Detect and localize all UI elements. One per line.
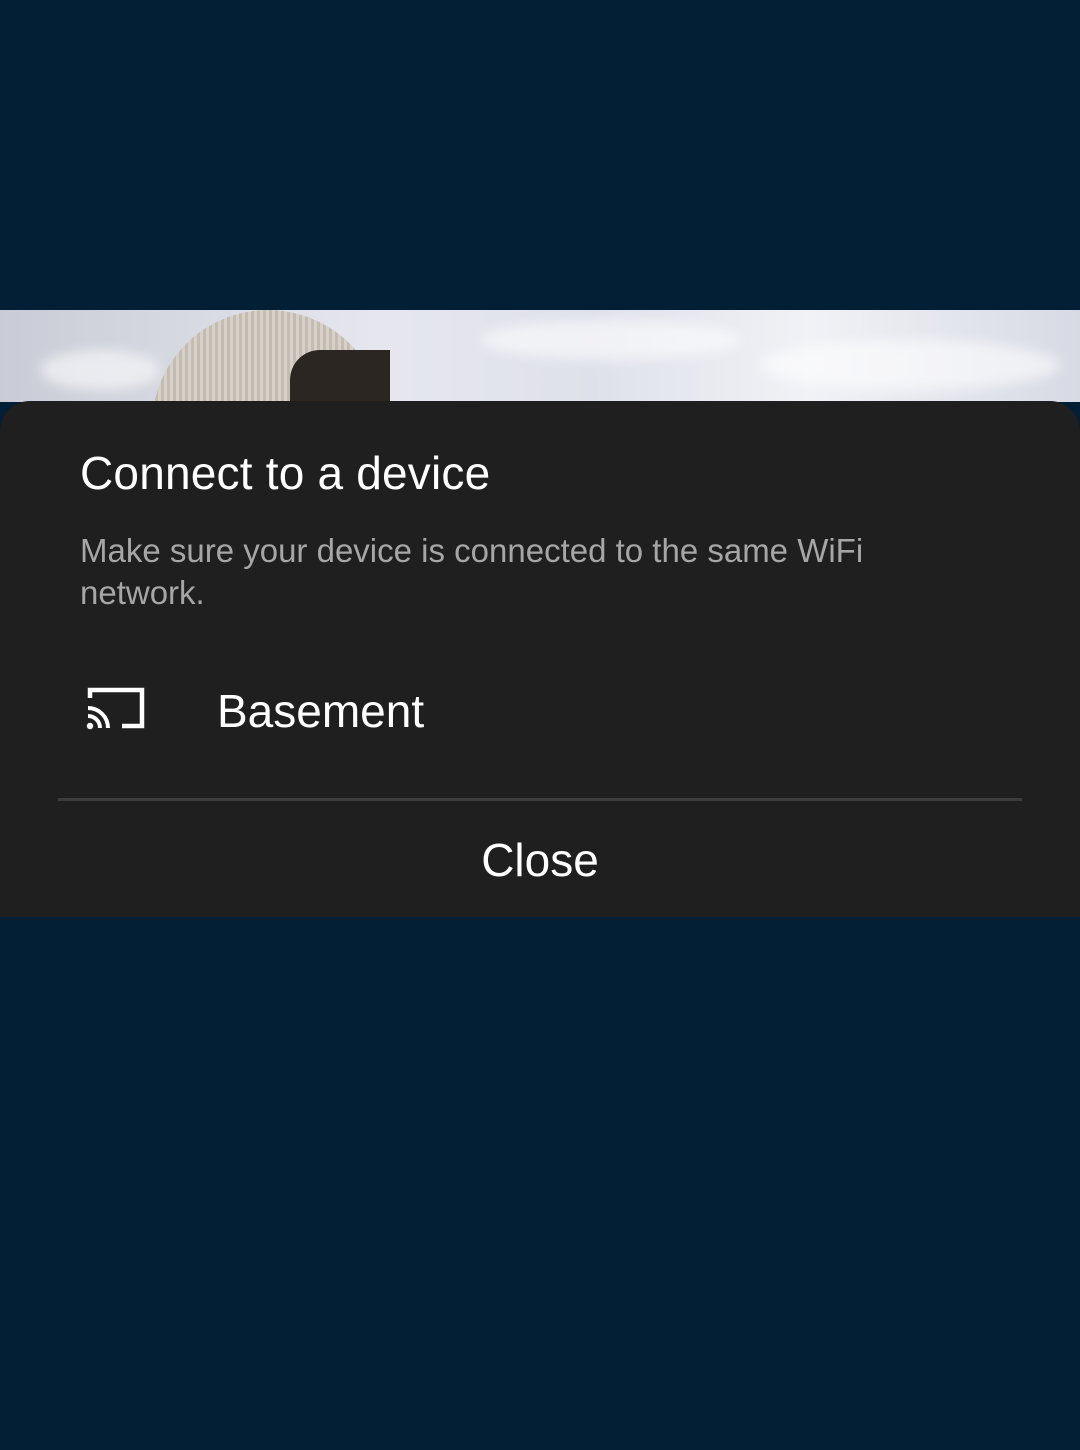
device-item-basement[interactable]	[0, 652, 1080, 772]
dialog-title: Connect to a device	[80, 447, 491, 499]
device-name: Basement	[217, 685, 425, 737]
cast-icon	[86, 687, 145, 730]
close-button-label: Close	[481, 834, 599, 886]
face-shadow-image	[290, 350, 390, 402]
close-button[interactable]: Close	[0, 801, 1080, 917]
video-thumbnail	[0, 310, 1080, 402]
dialog-subtitle: Make sure your device is connected to th…	[80, 532, 864, 611]
